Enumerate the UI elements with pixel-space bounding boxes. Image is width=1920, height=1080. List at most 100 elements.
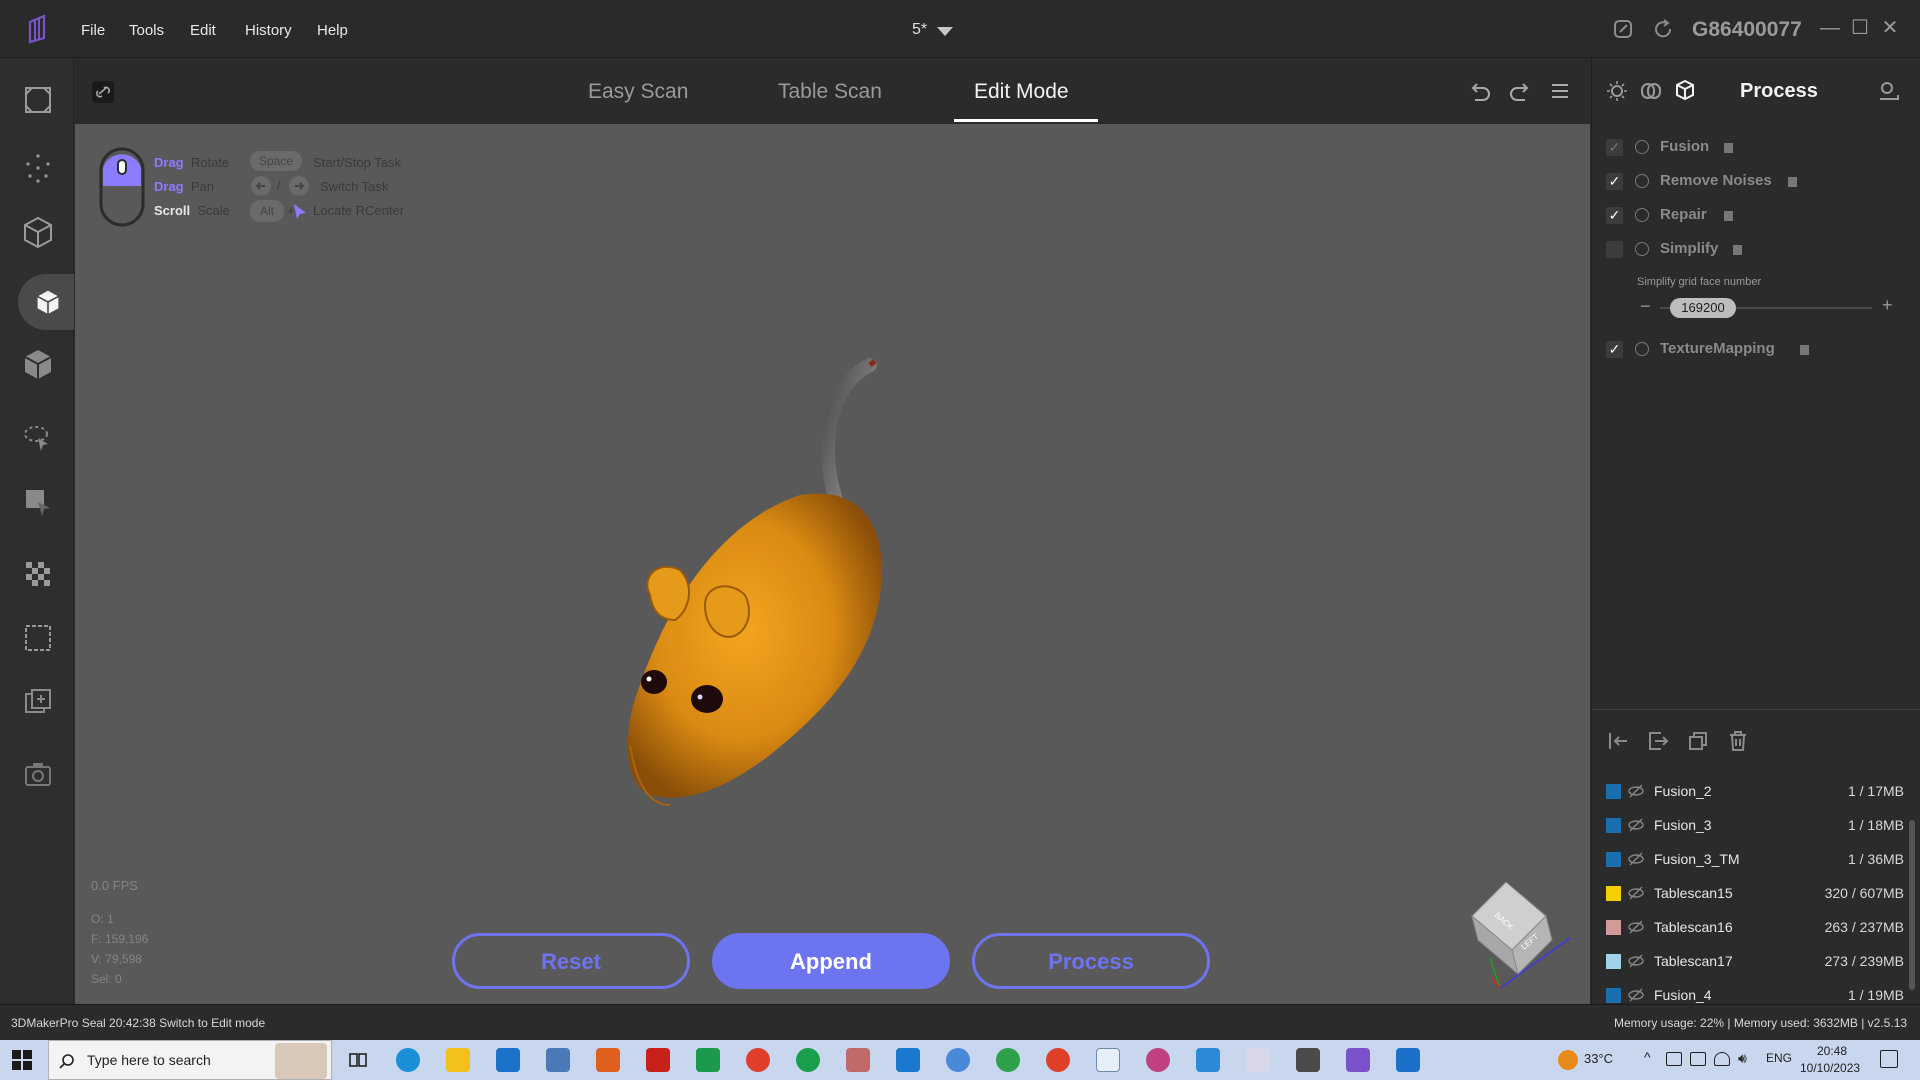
- model-list-item[interactable]: Tablescan15 320 / 607MB: [1606, 881, 1904, 907]
- point-cloud-icon[interactable]: [18, 148, 58, 188]
- close-icon[interactable]: ✕: [1876, 14, 1904, 42]
- menu-list-icon[interactable]: [1549, 80, 1571, 102]
- model-color-swatch[interactable]: [1606, 852, 1621, 867]
- textured-cube-icon[interactable]: [18, 344, 58, 384]
- model-list-item[interactable]: Fusion_2 1 / 17MB: [1606, 779, 1904, 805]
- model-color-swatch[interactable]: [1606, 920, 1621, 935]
- model-color-swatch[interactable]: [1606, 886, 1621, 901]
- link-icon[interactable]: [91, 80, 115, 104]
- texture-mapping-info-icon[interactable]: [1800, 345, 1809, 355]
- model-list-item[interactable]: Fusion_3 1 / 18MB: [1606, 813, 1904, 839]
- texture-mapping-checkbox[interactable]: ✓: [1606, 341, 1623, 358]
- add-layer-icon[interactable]: [18, 682, 58, 722]
- menu-edit[interactable]: Edit: [190, 22, 216, 39]
- remove-noises-info-icon[interactable]: [1788, 177, 1797, 187]
- import-icon[interactable]: [1607, 730, 1629, 752]
- redo-icon[interactable]: [1509, 80, 1531, 102]
- visibility-hidden-icon[interactable]: [1628, 818, 1644, 832]
- reset-button[interactable]: Reset: [452, 933, 690, 989]
- app-icon-8[interactable]: [1246, 1048, 1270, 1072]
- light-settings-icon[interactable]: [1606, 80, 1628, 102]
- mail-icon[interactable]: [496, 1048, 520, 1072]
- project-selector[interactable]: 5*: [912, 18, 962, 44]
- taskbar-search-box[interactable]: Type here to search: [48, 1040, 332, 1080]
- app-icon-2[interactable]: [696, 1048, 720, 1072]
- refresh-icon[interactable]: [1652, 18, 1674, 40]
- app-icon-3[interactable]: [796, 1048, 820, 1072]
- network-icon[interactable]: [1714, 1052, 1730, 1066]
- duplicate-icon[interactable]: [1687, 730, 1709, 752]
- tab-easy-scan[interactable]: Easy Scan: [588, 80, 688, 104]
- model-list-item[interactable]: Tablescan16 263 / 237MB: [1606, 915, 1904, 941]
- view-cube[interactable]: BACK LEFT: [1460, 878, 1582, 996]
- chrome-icon-1[interactable]: [746, 1048, 770, 1072]
- tray-chevron-icon[interactable]: ^: [1644, 1049, 1651, 1065]
- language-indicator[interactable]: ENG: [1766, 1051, 1792, 1065]
- append-button[interactable]: Append: [712, 933, 950, 989]
- process-button[interactable]: Process: [972, 933, 1210, 989]
- 3d-model-mouse[interactable]: [620, 355, 900, 815]
- tray-battery-icon[interactable]: [1690, 1052, 1706, 1066]
- fit-view-icon[interactable]: [18, 80, 58, 120]
- menu-tools[interactable]: Tools: [129, 22, 164, 39]
- simplify-minus-button[interactable]: −: [1640, 296, 1651, 317]
- app-icon-6[interactable]: [946, 1048, 970, 1072]
- model-color-swatch[interactable]: [1606, 784, 1621, 799]
- clock-time[interactable]: 20:48: [1817, 1044, 1847, 1058]
- notifications-icon[interactable]: [1880, 1050, 1898, 1068]
- app-icon-5[interactable]: [896, 1048, 920, 1072]
- 3dmakerpro-icon[interactable]: [1346, 1048, 1370, 1072]
- chrome-icon-2[interactable]: [996, 1048, 1020, 1072]
- undo-icon[interactable]: [1469, 80, 1491, 102]
- texture-checker-icon[interactable]: [18, 554, 58, 594]
- clock-date[interactable]: 10/10/2023: [1800, 1061, 1860, 1075]
- outlook-icon[interactable]: [1396, 1048, 1420, 1072]
- model-list-item[interactable]: Fusion_3_TM 1 / 36MB: [1606, 847, 1904, 873]
- app-icon-1[interactable]: [546, 1048, 570, 1072]
- chrome-icon-4[interactable]: [1146, 1048, 1170, 1072]
- lasso-select-icon[interactable]: [18, 418, 58, 458]
- simplify-slider-value[interactable]: 169200: [1670, 298, 1736, 318]
- model-color-swatch[interactable]: [1606, 954, 1621, 969]
- texture-settings-icon[interactable]: [1640, 80, 1662, 102]
- minimize-icon[interactable]: —: [1816, 14, 1844, 42]
- simplify-info-icon[interactable]: [1733, 245, 1742, 255]
- app-icon-4[interactable]: [846, 1048, 870, 1072]
- visibility-hidden-icon[interactable]: [1628, 988, 1644, 1002]
- visibility-hidden-icon[interactable]: [1628, 954, 1644, 968]
- menu-help[interactable]: Help: [317, 22, 348, 39]
- maximize-icon[interactable]: ☐: [1846, 14, 1874, 42]
- menu-history[interactable]: History: [245, 22, 292, 39]
- solid-view-button[interactable]: [18, 274, 74, 330]
- simplify-checkbox[interactable]: [1606, 241, 1623, 258]
- app-icon-7[interactable]: [1096, 1048, 1120, 1072]
- windows-start-icon[interactable]: [12, 1050, 32, 1070]
- remove-noises-checkbox[interactable]: ✓: [1606, 173, 1623, 190]
- task-view-icon[interactable]: [348, 1050, 368, 1070]
- tray-device-icon[interactable]: [1666, 1052, 1682, 1066]
- matlab-icon[interactable]: [596, 1048, 620, 1072]
- solidworks-icon[interactable]: [646, 1048, 670, 1072]
- weather-icon[interactable]: [1558, 1050, 1578, 1070]
- chrome-icon-3[interactable]: [1046, 1048, 1070, 1072]
- fusion-checkbox[interactable]: ✓: [1606, 139, 1623, 156]
- volume-icon[interactable]: 🔊︎: [1738, 1050, 1747, 1067]
- model-color-swatch[interactable]: [1606, 818, 1621, 833]
- visibility-hidden-icon[interactable]: [1628, 784, 1644, 798]
- list-scrollbar[interactable]: [1909, 820, 1915, 990]
- crop-box-icon[interactable]: [18, 618, 58, 658]
- edge-browser-icon[interactable]: [396, 1048, 420, 1072]
- visibility-hidden-icon[interactable]: [1628, 886, 1644, 900]
- screenshot-camera-icon[interactable]: [18, 754, 58, 794]
- tab-edit-mode[interactable]: Edit Mode: [974, 80, 1069, 104]
- visibility-hidden-icon[interactable]: [1628, 852, 1644, 866]
- visibility-hidden-icon[interactable]: [1628, 920, 1644, 934]
- repair-checkbox[interactable]: ✓: [1606, 207, 1623, 224]
- photos-icon[interactable]: [1196, 1048, 1220, 1072]
- repair-info-icon[interactable]: [1724, 211, 1733, 221]
- sync-cloud-icon[interactable]: [1612, 18, 1634, 40]
- menu-file[interactable]: File: [81, 22, 105, 39]
- delete-icon[interactable]: [1727, 730, 1749, 752]
- model-color-swatch[interactable]: [1606, 988, 1621, 1003]
- panel-settings-icon[interactable]: [1878, 80, 1900, 102]
